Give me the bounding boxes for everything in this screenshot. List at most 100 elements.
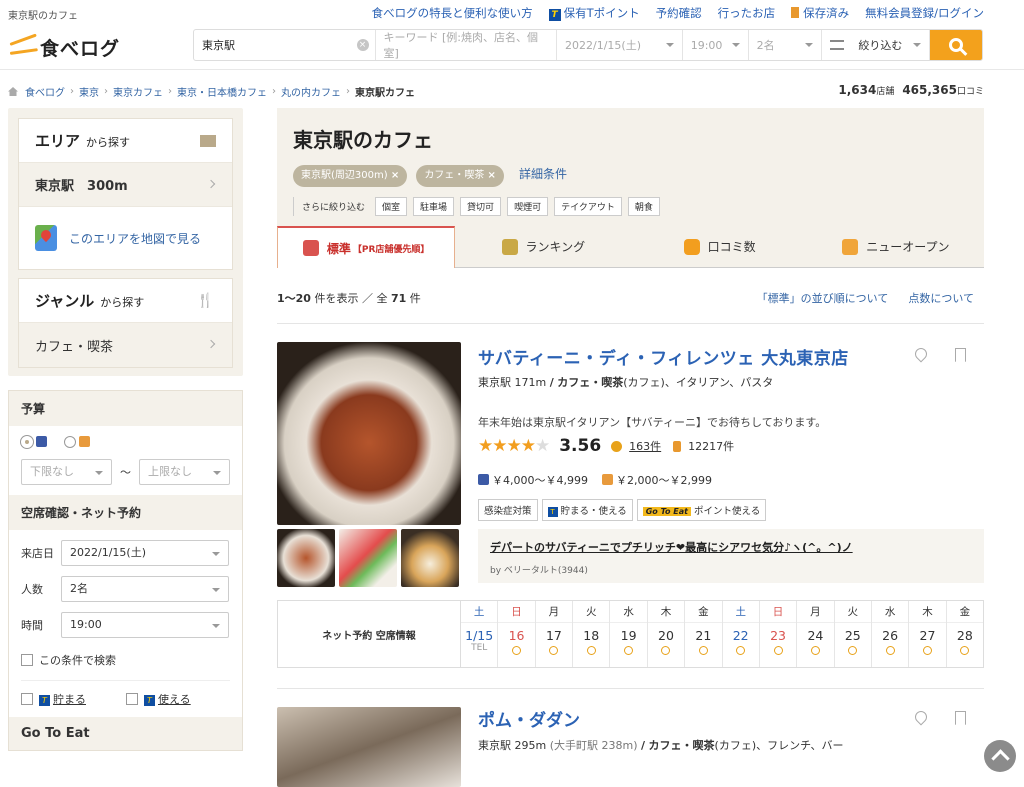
calendar-day[interactable]: 日 16: [498, 601, 536, 667]
available-icon: [960, 646, 970, 655]
map-icon: [35, 225, 57, 251]
nav-features-link[interactable]: 食べログの特長と便利な使い方: [372, 5, 533, 21]
tpoint-save-checkbox[interactable]: T 貯まる: [21, 691, 86, 707]
clear-icon[interactable]: ×: [356, 39, 369, 51]
restaurant-name[interactable]: サバティーニ・ディ・フィレンツェ 大丸東京店: [478, 344, 849, 369]
refine-row: さらに絞り込む 個室 駐車場 貸切可 喫煙可 テイクアウト 朝食: [293, 197, 968, 216]
nav-tpoint-link[interactable]: T 保有Tポイント: [548, 5, 640, 21]
breadcrumb-item[interactable]: 東京・日本橋カフェ: [177, 84, 267, 99]
refine-tag[interactable]: テイクアウト: [554, 197, 622, 216]
filter-chip-area[interactable]: 東京駅(周辺300m) ×: [293, 165, 408, 187]
calendar-day[interactable]: 金 21: [685, 601, 723, 667]
nav-login-link[interactable]: 無料会員登録/ログイン: [865, 5, 984, 21]
restaurant-photo[interactable]: [277, 707, 461, 787]
header: 食べログ 東京駅 × キーワード [例:焼肉、店名、個室] 2022/1/15(土…: [0, 26, 1024, 70]
available-icon: [698, 646, 708, 655]
refine-tag[interactable]: 個室: [375, 197, 408, 216]
people-select[interactable]: 2名: [749, 30, 823, 60]
area-input[interactable]: 東京駅 ×: [194, 30, 376, 60]
thumb-photo[interactable]: [339, 529, 397, 587]
calendar-day[interactable]: 土 22: [722, 601, 760, 667]
tab-reviews[interactable]: 口コミ数: [631, 226, 808, 268]
genre-heading: ジャンル から探す 🍴: [19, 279, 232, 323]
search-button[interactable]: [930, 30, 982, 60]
tab-new-open[interactable]: ニューオープン: [807, 226, 984, 268]
budget-section: 予算 下限なし 〜 上限なし 空席確認・ネット予約 来店日 2022/1/15(土…: [8, 390, 243, 751]
map-link[interactable]: このエリアを地図で見る: [19, 207, 232, 269]
available-icon: [624, 646, 634, 655]
scroll-top-button[interactable]: [984, 740, 1016, 772]
calendar-day[interactable]: 土 1/15 TEL: [461, 601, 499, 667]
logo[interactable]: 食べログ: [9, 33, 121, 61]
tab-standard[interactable]: 標準 【PR店舗優先順】: [277, 226, 456, 268]
goto-title: Go To Eat: [9, 717, 242, 750]
nav-saved-link[interactable]: 保存済み: [791, 5, 849, 21]
thumb-photo[interactable]: [401, 529, 459, 587]
detail-conditions-link[interactable]: 詳細条件: [519, 167, 567, 181]
reserve-title: 空席確認・ネット予約: [9, 495, 242, 530]
dinner-radio[interactable]: [21, 436, 50, 449]
breadcrumb-item[interactable]: 東京カフェ: [113, 84, 163, 99]
chevron-down-icon: [665, 43, 674, 47]
time-select[interactable]: 19:00: [61, 612, 229, 638]
refine-select[interactable]: 絞り込む: [822, 30, 931, 60]
restaurant-name[interactable]: ポム・ダダン: [478, 706, 580, 731]
calendar-day[interactable]: 水 19: [610, 601, 648, 667]
logo-text: 食べログ: [40, 38, 121, 60]
review-count-link[interactable]: 163件: [629, 438, 661, 454]
bookmark-icon: [791, 7, 800, 18]
search-bar: 東京駅 × キーワード [例:焼肉、店名、個室] 2022/1/15(土) 19:…: [193, 29, 983, 61]
heart-icon[interactable]: [912, 708, 930, 726]
condition-checkbox[interactable]: この条件で検索: [21, 648, 230, 681]
breadcrumb-current: 東京駅カフェ: [355, 88, 415, 99]
calendar-day[interactable]: 水 26: [871, 601, 910, 667]
budget-min-select[interactable]: 下限なし: [21, 459, 112, 485]
home-icon: [8, 87, 18, 96]
chopsticks-icon: [9, 33, 38, 58]
sun-icon: [601, 474, 613, 485]
breadcrumb-item[interactable]: 東京: [79, 84, 99, 99]
order-help-link[interactable]: 「標準」の並び順について: [757, 290, 889, 306]
calendar-day[interactable]: 木 20: [647, 601, 686, 667]
bookmark-icon[interactable]: [955, 711, 966, 725]
calendar-day[interactable]: 火 25: [834, 601, 872, 667]
bookmark-icon[interactable]: [955, 348, 966, 362]
calendar-day[interactable]: 金 28: [946, 601, 984, 667]
restaurant-photo[interactable]: [277, 342, 461, 525]
search-icon: [949, 38, 964, 52]
review-snippet[interactable]: デパートのサバティーニでプチリッチ❤最高にシアワセ気分♪ヽ(^。^)ノ by ベ…: [478, 529, 984, 583]
nav-reservation-link[interactable]: 予約確認: [656, 5, 702, 21]
refine-tag[interactable]: 朝食: [627, 197, 660, 216]
filter-chip-genre[interactable]: カフェ・喫茶 ×: [416, 165, 504, 187]
calendar-day[interactable]: 日 23: [759, 601, 798, 667]
refine-tag[interactable]: 貸切可: [460, 197, 502, 216]
keyword-input[interactable]: キーワード [例:焼肉、店名、個室]: [376, 30, 558, 60]
area-item[interactable]: 東京駅 300m: [19, 163, 232, 207]
lunch-radio[interactable]: [63, 436, 93, 449]
genre-item[interactable]: カフェ・喫茶: [19, 323, 232, 367]
available-icon: [922, 646, 932, 655]
calendar-day[interactable]: 月 17: [535, 601, 574, 667]
restaurant-meta: 東京駅 171m / カフェ・喫茶(カフェ)、イタリアン、パスタ: [478, 376, 774, 389]
date-select[interactable]: 2022/1/15(土): [61, 540, 229, 566]
calendar-day[interactable]: 木 27: [909, 601, 947, 667]
area-heading: エリア から探す: [19, 119, 232, 163]
time-select[interactable]: 19:00: [683, 30, 749, 60]
budget-max-select[interactable]: 上限なし: [139, 459, 230, 485]
available-icon: [810, 646, 820, 655]
refine-tag[interactable]: 駐車場: [413, 197, 455, 216]
heart-icon[interactable]: [912, 345, 930, 363]
nav-visited-link[interactable]: 行ったお店: [718, 5, 776, 21]
calendar-day[interactable]: 火 18: [573, 601, 611, 667]
calendar-day[interactable]: 月 24: [797, 601, 835, 667]
score-help-link[interactable]: 点数について: [908, 290, 974, 306]
tpoint-use-checkbox[interactable]: T 使える: [126, 691, 191, 707]
breadcrumb-item[interactable]: 丸の内カフェ: [281, 84, 341, 99]
thumb-photo[interactable]: [277, 529, 335, 587]
people-select[interactable]: 2名: [61, 576, 229, 602]
tab-ranking[interactable]: ランキング: [455, 226, 632, 268]
date-select[interactable]: 2022/1/15(土): [557, 30, 683, 60]
chevron-down-icon: [913, 43, 922, 47]
refine-tag[interactable]: 喫煙可: [507, 197, 549, 216]
breadcrumb-item[interactable]: 食べログ: [25, 84, 65, 99]
